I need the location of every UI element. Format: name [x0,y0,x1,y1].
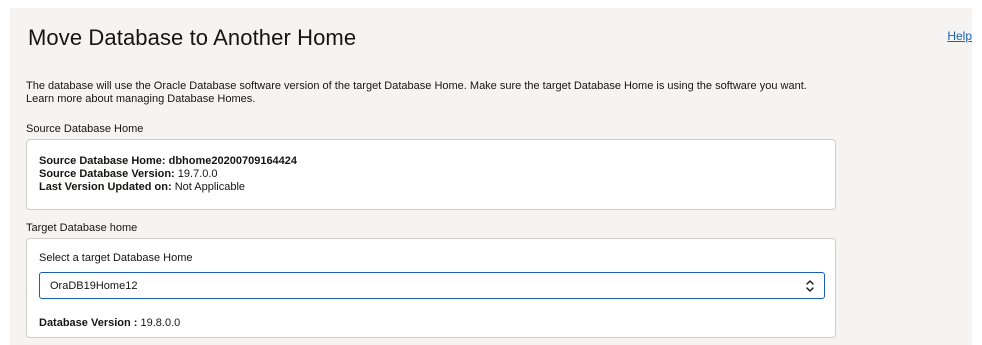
target-db-version-label: Database Version : [39,317,138,329]
source-home-row: Source Database Home: dbhome202007091644… [39,155,297,168]
learn-more-link[interactable]: Learn more about managing Database Homes… [26,93,255,105]
last-updated-value: Not Applicable [174,181,246,193]
page: Move Database to Another Home Help The d… [0,0,982,345]
target-home-selected-value: OraDB19Home12 [50,280,138,292]
intro-text: The database will use the Oracle Databas… [26,80,926,106]
source-home-card: Source Database Home: dbhome202007091644… [26,139,836,210]
target-home-card: Select a target Database Home OraDB19Hom… [26,238,836,338]
last-updated-row: Last Version Updated on: Not Applicable [39,181,245,194]
source-home-value: dbhome20200709164424 [168,155,298,167]
source-version-label: Source Database Version: [39,168,175,180]
form-content: The database will use the Oracle Databas… [10,66,972,345]
source-section-label: Source Database Home [26,123,144,135]
target-select-label: Select a target Database Home [39,252,193,264]
target-section-label: Target Database home [26,222,138,234]
help-link[interactable]: Help [947,29,972,43]
source-version-value: 19.7.0.0 [177,168,218,180]
source-home-label: Source Database Home: [39,155,166,167]
up-down-chevron-icon [806,280,814,292]
target-db-version-value: 19.8.0.0 [140,317,181,329]
last-updated-label: Last Version Updated on: [39,181,172,193]
target-db-version-row: Database Version : 19.8.0.0 [39,317,180,329]
intro-description: The database will use the Oracle Databas… [26,80,807,92]
page-header: Move Database to Another Home Help [10,8,972,66]
page-title: Move Database to Another Home [28,25,357,50]
source-version-row: Source Database Version: 19.7.0.0 [39,168,218,181]
target-home-select[interactable]: OraDB19Home12 [39,272,825,299]
